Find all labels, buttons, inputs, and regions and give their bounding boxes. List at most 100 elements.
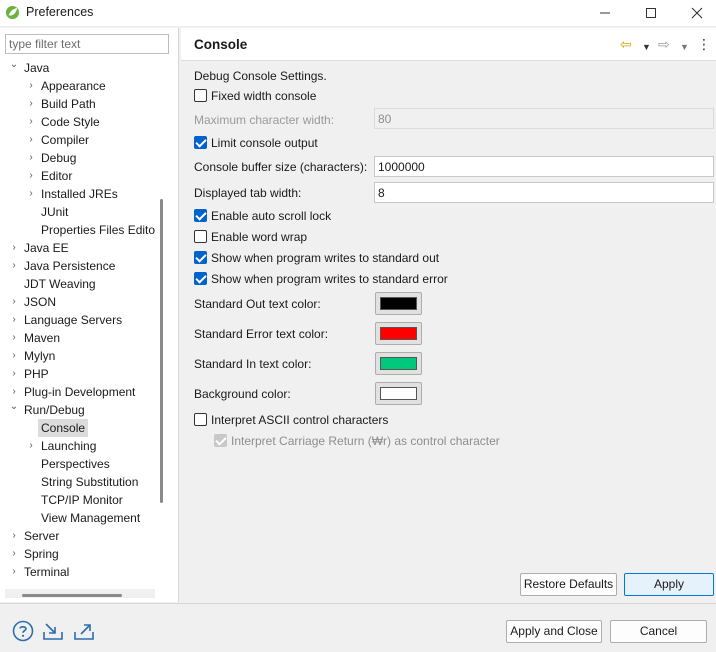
stdin-color-button[interactable] xyxy=(375,352,422,375)
chevron-right-icon[interactable]: › xyxy=(8,311,20,329)
tree-item[interactable]: String Substitution xyxy=(0,473,156,491)
tree-item[interactable]: ⌄ Java xyxy=(0,59,156,77)
tree-item[interactable]: › Editor xyxy=(0,167,156,185)
back-menu-icon[interactable]: ▼ xyxy=(642,40,651,54)
tree-item-label: Plug-in Development xyxy=(24,385,136,399)
tree-item[interactable]: › Plug-in Development xyxy=(0,383,156,401)
tree-item[interactable]: Perspectives xyxy=(0,455,156,473)
restore-defaults-button[interactable]: Restore Defaults xyxy=(520,573,617,596)
preferences-navigation: ⌄Java›Appearance›Build Path›Code Style›C… xyxy=(0,28,179,602)
window-title: Preferences xyxy=(26,5,94,19)
chevron-right-icon[interactable]: › xyxy=(8,545,20,563)
chevron-right-icon[interactable]: › xyxy=(8,257,20,275)
eclipse-spring-icon xyxy=(5,5,20,20)
chevron-down-icon[interactable]: ⌄ xyxy=(8,398,20,416)
max-char-width-input[interactable] xyxy=(374,108,714,129)
chevron-right-icon[interactable]: › xyxy=(25,95,37,113)
chevron-right-icon[interactable]: › xyxy=(25,149,37,167)
tree-item[interactable]: Console xyxy=(0,419,156,437)
filter-input[interactable] xyxy=(5,34,169,54)
background-color-button[interactable] xyxy=(375,382,422,405)
chevron-right-icon[interactable]: › xyxy=(8,329,20,347)
preferences-tree: ⌄ Java › Appearance › Build Path › Code Style › C… xyxy=(0,59,156,587)
checkbox-box[interactable] xyxy=(194,413,207,426)
help-icon[interactable] xyxy=(12,620,34,642)
chevron-right-icon[interactable]: › xyxy=(25,185,37,203)
tree-item[interactable]: TCP/IP Monitor xyxy=(0,491,156,509)
export-icon[interactable] xyxy=(73,620,95,642)
stdout-color-button[interactable] xyxy=(375,292,422,315)
forward-arrow-icon[interactable]: ⇨ xyxy=(658,37,670,51)
checkbox-box[interactable] xyxy=(194,209,207,222)
maximize-button[interactable] xyxy=(628,0,674,26)
checkbox-label: Enable auto scroll lock xyxy=(211,209,332,223)
tree-item-label: Console xyxy=(38,419,89,437)
vertical-scrollbar[interactable] xyxy=(160,199,163,503)
chevron-right-icon[interactable]: › xyxy=(8,527,20,545)
checkbox-box[interactable] xyxy=(194,230,207,243)
tree-item[interactable]: › JSON xyxy=(0,293,156,311)
back-arrow-icon[interactable]: ⇦ xyxy=(620,37,632,51)
tree-item[interactable]: View Management xyxy=(0,509,156,527)
checkbox-box[interactable] xyxy=(194,136,207,149)
cancel-button[interactable]: Cancel xyxy=(610,620,707,643)
apply-and-close-button[interactable]: Apply and Close xyxy=(506,620,602,643)
tree-item-label: Java EE xyxy=(24,241,69,255)
tree-item[interactable]: › Mylyn xyxy=(0,347,156,365)
minimize-button[interactable] xyxy=(582,0,628,26)
tree-item-label: Server xyxy=(24,529,60,543)
tree-item[interactable]: › Server xyxy=(0,527,156,545)
tree-item-label: Installed JREs xyxy=(41,187,118,201)
tree-item[interactable]: › Maven xyxy=(0,329,156,347)
chevron-right-icon[interactable]: › xyxy=(25,113,37,131)
tree-item[interactable]: Properties Files Edito xyxy=(0,221,156,239)
forward-menu-icon[interactable]: ▼ xyxy=(680,40,689,54)
checkbox-box[interactable] xyxy=(214,434,227,447)
stderr-color-button[interactable] xyxy=(375,322,422,345)
chevron-right-icon[interactable]: › xyxy=(8,347,20,365)
import-icon[interactable] xyxy=(42,620,64,642)
tree-item[interactable]: › Code Style xyxy=(0,113,156,131)
tree-item[interactable]: JUnit xyxy=(0,203,156,221)
chevron-right-icon[interactable]: › xyxy=(8,239,20,257)
tree-item[interactable]: › Build Path xyxy=(0,95,156,113)
tree-item-label: Debug xyxy=(41,151,77,165)
tree-item-label: Appearance xyxy=(41,79,106,93)
tree-item[interactable]: › Java EE xyxy=(0,239,156,257)
tree-item-label: TCP/IP Monitor xyxy=(41,493,123,507)
buffer-size-input[interactable] xyxy=(374,156,714,177)
checkbox-box[interactable] xyxy=(194,251,207,264)
checkbox-box[interactable] xyxy=(194,89,207,102)
tree-item-label: Java xyxy=(24,61,50,75)
chevron-right-icon[interactable]: › xyxy=(8,365,20,383)
tree-item[interactable]: › Java Persistence xyxy=(0,257,156,275)
checkbox-label: Limit console output xyxy=(211,136,318,150)
tree-item[interactable]: › Launching xyxy=(0,437,156,455)
chevron-down-icon[interactable]: ⌄ xyxy=(8,59,20,74)
tree-item[interactable]: › Compiler xyxy=(0,131,156,149)
tree-item[interactable]: JDT Weaving xyxy=(0,275,156,293)
close-button[interactable] xyxy=(674,0,716,26)
apply-button[interactable]: Apply xyxy=(624,573,714,596)
tree-item[interactable]: › Appearance xyxy=(0,77,156,95)
tree-item[interactable]: ⌄ Run/Debug xyxy=(0,401,156,419)
close-icon xyxy=(691,7,703,19)
tree-item[interactable]: › PHP xyxy=(0,365,156,383)
tree-item-label: JDT Weaving xyxy=(24,277,96,291)
chevron-right-icon[interactable]: › xyxy=(25,131,37,149)
tree-item[interactable]: › Terminal xyxy=(0,563,156,581)
chevron-right-icon[interactable]: › xyxy=(8,293,20,311)
tree-item[interactable]: › Installed JREs xyxy=(0,185,156,203)
chevron-right-icon[interactable]: › xyxy=(8,563,20,581)
preference-page: Console ⇦ ▼ ⇨ ▼ ⋮ Debug Console Settings… xyxy=(181,28,716,602)
tree-item[interactable]: › Debug xyxy=(0,149,156,167)
view-menu-icon[interactable]: ⋮ xyxy=(697,37,711,51)
chevron-right-icon[interactable]: › xyxy=(25,77,37,95)
tree-item[interactable]: › Language Servers xyxy=(0,311,156,329)
horizontal-scrollbar[interactable] xyxy=(22,594,122,597)
checkbox-box[interactable] xyxy=(194,272,207,285)
chevron-right-icon[interactable]: › xyxy=(25,437,37,455)
chevron-right-icon[interactable]: › xyxy=(25,167,37,185)
tree-item[interactable]: › Spring xyxy=(0,545,156,563)
tab-width-input[interactable] xyxy=(374,182,714,203)
